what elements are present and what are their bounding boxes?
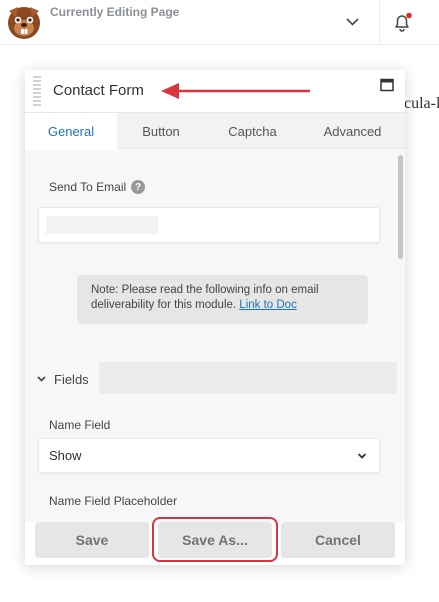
tab-advanced[interactable]: Advanced	[300, 113, 405, 149]
annotation-highlight	[152, 517, 278, 562]
settings-content: Send To Email ? Note: Please read the fo…	[25, 150, 405, 522]
settings-tabs: General Button Captcha Advanced	[25, 113, 405, 150]
input-value-placeholder	[46, 216, 158, 234]
send-to-email-input[interactable]	[38, 207, 380, 243]
panel-title: Contact Form	[53, 82, 144, 99]
cancel-button[interactable]: Cancel	[281, 522, 395, 558]
deliverability-note: Note: Please read the following info on …	[77, 275, 368, 324]
name-placeholder-label: Name Field Placeholder	[49, 494, 178, 508]
name-field-label: Name Field	[49, 418, 111, 432]
caret-down-icon	[357, 453, 367, 459]
annotation-arrow	[161, 83, 310, 99]
fields-section-toggle[interactable]: Fields	[25, 362, 99, 396]
tab-button[interactable]: Button	[117, 113, 205, 149]
maximize-icon[interactable]	[380, 78, 394, 92]
top-bar: Currently Editing Page	[0, 0, 439, 45]
content-scrollbar[interactable]	[397, 150, 403, 522]
notifications-button[interactable]	[386, 6, 418, 38]
name-field-value: Show	[49, 448, 82, 463]
tab-captcha[interactable]: Captcha	[205, 113, 300, 149]
scrollbar-thumb[interactable]	[398, 155, 403, 259]
chevron-down-icon	[37, 376, 46, 382]
tab-general[interactable]: General	[25, 113, 117, 150]
bell-icon	[395, 12, 412, 32]
currently-editing-title: Currently Editing Page	[50, 5, 180, 19]
name-field-select[interactable]: Show	[38, 438, 380, 473]
module-settings-panel: Contact Form General Button Captcha Adva…	[25, 70, 405, 565]
fields-section-label: Fields	[54, 371, 89, 387]
send-to-email-label: Send To Email	[49, 180, 127, 194]
page-menu-toggle[interactable]	[337, 8, 367, 36]
save-button[interactable]: Save	[35, 522, 149, 558]
drag-handle-icon[interactable]	[33, 76, 41, 107]
chevron-down-icon	[345, 18, 359, 26]
page-background-text: cula-l	[404, 95, 439, 112]
beaver-logo-icon[interactable]	[4, 2, 44, 42]
help-icon[interactable]: ?	[131, 180, 145, 194]
link-to-doc[interactable]: Link to Doc	[239, 299, 297, 311]
divider	[379, 0, 380, 45]
